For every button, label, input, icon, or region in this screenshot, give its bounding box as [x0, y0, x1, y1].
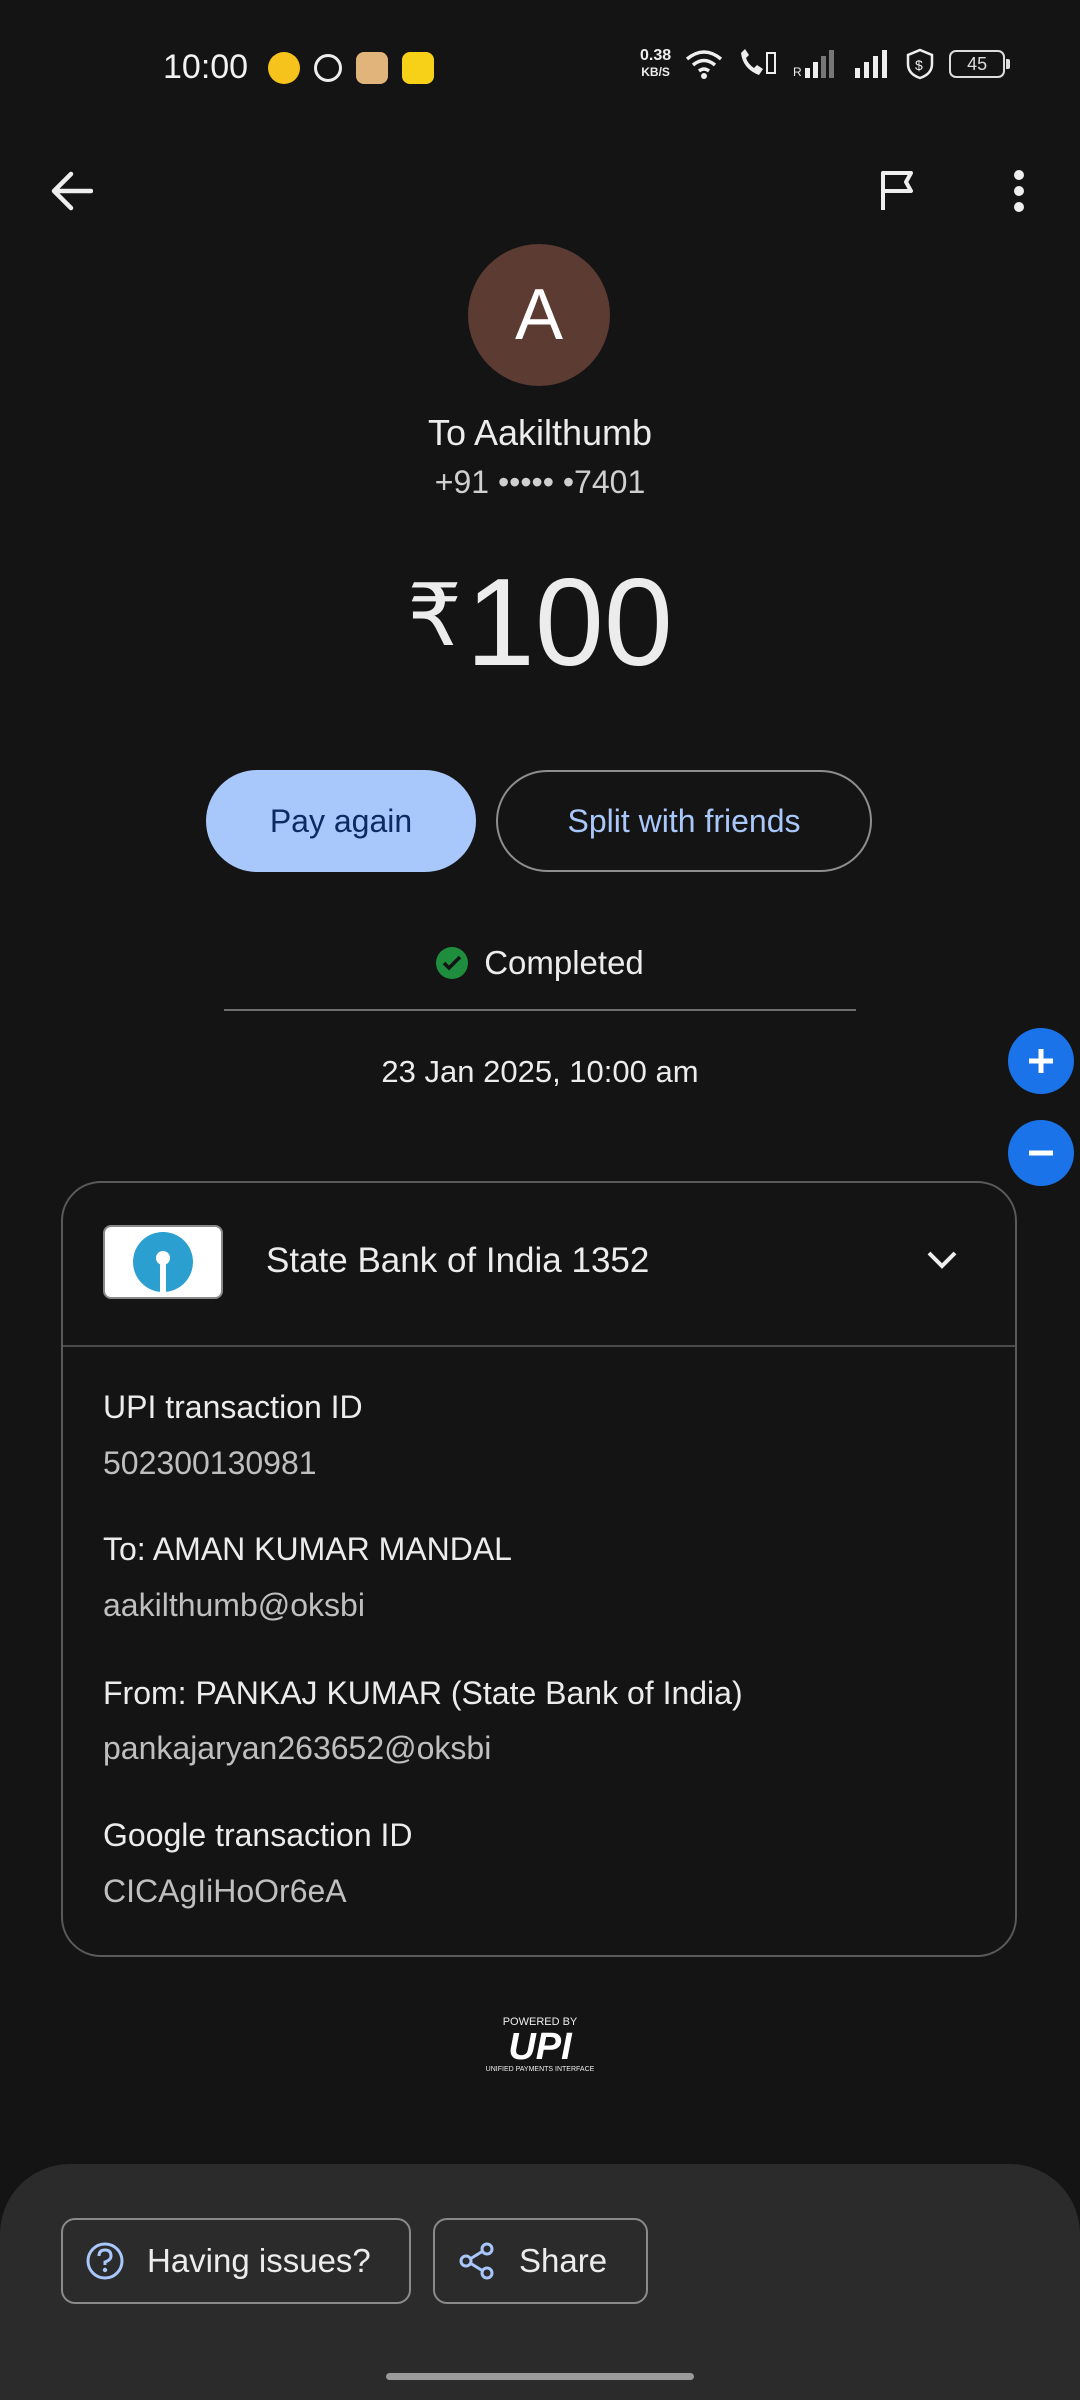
signal-icon: [855, 50, 888, 78]
divider: [224, 1009, 856, 1011]
svg-text:R: R: [793, 65, 802, 78]
threads-icon: [314, 54, 342, 82]
status-text: Completed: [484, 944, 644, 981]
network-speed: 0.38 KB/S: [640, 47, 672, 80]
battery-indicator: 45: [949, 50, 1011, 78]
currency-symbol: ₹: [407, 568, 462, 664]
back-button[interactable]: [36, 156, 106, 226]
bank-account-row[interactable]: State Bank of India 1352: [63, 1183, 1015, 1347]
plus-icon: [1029, 1049, 1053, 1073]
zoom-in-button[interactable]: [1008, 1028, 1074, 1094]
avatar: A: [468, 244, 610, 386]
to-label: To: AMAN KUMAR MANDAL: [103, 1531, 512, 1567]
flipkart-icon: [402, 52, 434, 84]
chevron-down-icon[interactable]: [923, 1241, 961, 1284]
more-vert-icon: [1014, 170, 1024, 212]
report-button[interactable]: [862, 156, 932, 226]
upi-transaction-id-value: 502300130981: [103, 1445, 317, 1481]
sbi-logo-icon: [103, 1225, 223, 1299]
split-with-friends-button[interactable]: Split with friends: [496, 770, 872, 872]
upi-logo: POWERED BY UPI UNIFIED PAYMENTS INTERFAC…: [485, 2016, 595, 2073]
amount-value: 100: [465, 554, 673, 692]
shield-dollar-icon: $: [906, 48, 934, 80]
more-options-button[interactable]: [984, 156, 1054, 226]
home-indicator[interactable]: [386, 2373, 694, 2380]
status-system-icons: 0.38 KB/S R $ 45: [640, 47, 1011, 80]
status-time: 10:00: [163, 48, 249, 86]
share-button[interactable]: Share: [433, 2218, 648, 2304]
bank-name: State Bank of India 1352: [266, 1241, 650, 1280]
google-transaction-id-value: CICAgIiHoOr6eA: [103, 1873, 347, 1909]
share-label: Share: [519, 2242, 608, 2279]
flag-icon: [881, 171, 913, 210]
status-app-icons: [268, 52, 434, 84]
share-icon: [459, 2242, 494, 2280]
help-circle-icon: [86, 2242, 124, 2280]
transaction-details-card: State Bank of India 1352 UPI transaction…: [61, 1181, 1017, 1957]
transaction-datetime: 23 Jan 2025, 10:00 am: [381, 1054, 699, 1089]
having-issues-button[interactable]: Having issues?: [61, 2218, 411, 2304]
recipient-name: To Aakilthumb: [427, 412, 653, 453]
amazon-icon: [356, 52, 388, 84]
from-upi-id: pankajaryan263652@oksbi: [103, 1730, 492, 1766]
zoom-out-button[interactable]: [1008, 1120, 1074, 1186]
to-upi-id: aakilthumb@oksbi: [103, 1587, 365, 1623]
upi-transaction-id-label: UPI transaction ID: [103, 1389, 363, 1425]
svg-text:$: $: [915, 57, 923, 73]
from-label: From: PANKAJ KUMAR (State Bank of India): [103, 1675, 743, 1711]
check-circle-icon: [436, 947, 469, 979]
minus-icon: [1029, 1150, 1053, 1156]
amount: ₹100: [0, 552, 1080, 694]
transaction-status: Completed: [0, 944, 1080, 982]
having-issues-label: Having issues?: [147, 2242, 371, 2279]
notification-app-icon: [268, 52, 300, 84]
signal-icon: R: [793, 50, 835, 78]
volte-call-icon: [741, 49, 777, 75]
back-arrow-icon: [51, 171, 93, 211]
wifi-icon: [686, 50, 723, 79]
pay-again-button[interactable]: Pay again: [206, 770, 476, 872]
google-transaction-id-label: Google transaction ID: [103, 1817, 413, 1853]
recipient-phone: +91 ••••• •7401: [434, 464, 646, 500]
